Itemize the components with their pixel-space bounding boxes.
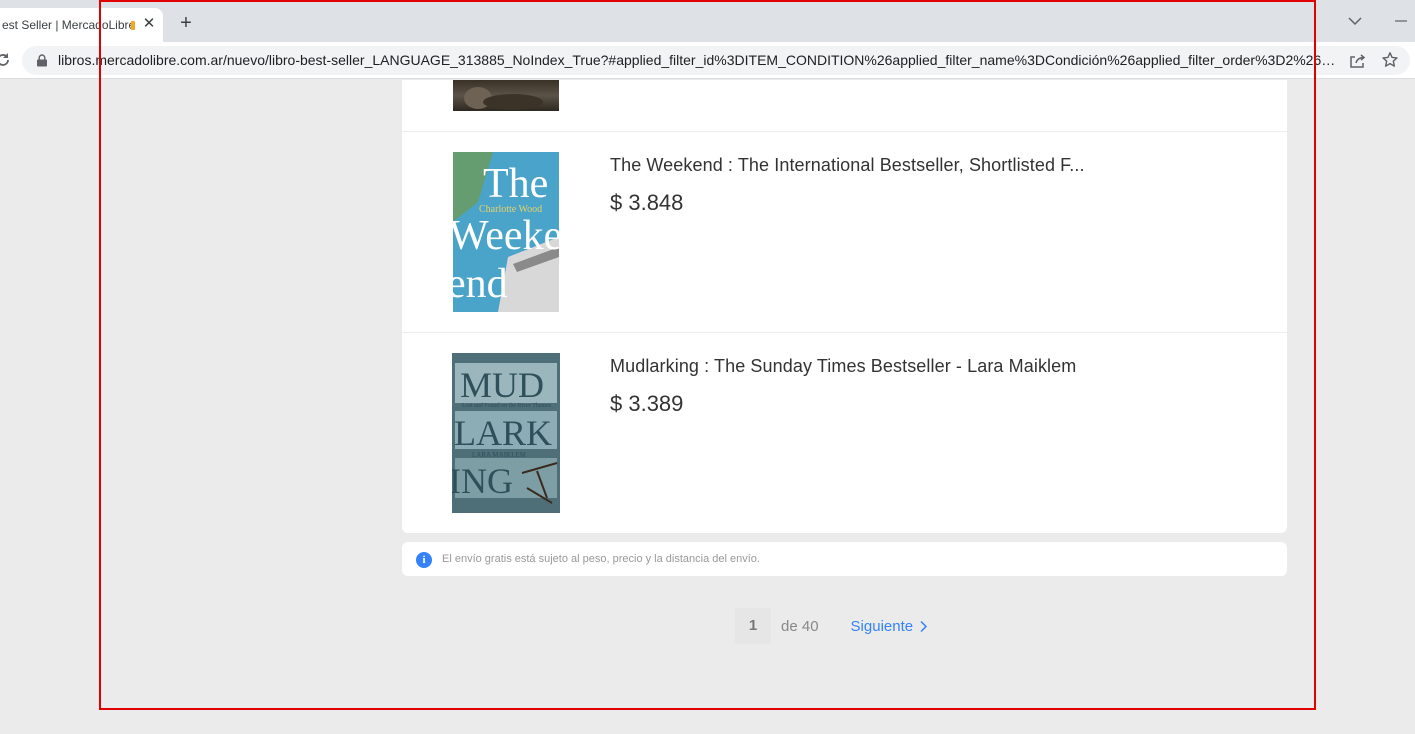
info-icon: i <box>416 552 432 568</box>
product-price: $ 3.848 <box>610 190 684 215</box>
pagination: 1 de 40 Siguiente <box>735 608 928 644</box>
results-list: The Charlotte Wood Weeke end The Weekend… <box>402 80 1287 533</box>
product-title[interactable]: Mudlarking : The Sunday Times Bestseller… <box>610 356 1076 377</box>
svg-text:MUD: MUD <box>460 365 544 405</box>
chevron-right-icon <box>920 620 928 632</box>
lock-icon[interactable] <box>36 54 48 67</box>
svg-text:end: end <box>453 261 508 307</box>
chevron-down-icon[interactable] <box>1346 12 1364 30</box>
list-item[interactable]: The Charlotte Wood Weeke end The Weekend… <box>402 131 1287 332</box>
svg-text:LARK: LARK <box>454 413 552 453</box>
bookmark-star-icon[interactable] <box>1381 51 1399 69</box>
product-price: $ 3.389 <box>610 391 684 416</box>
svg-text:Weeke: Weeke <box>453 213 559 259</box>
browser-tab[interactable]: est Seller | MercadoLibre ✕ <box>0 8 163 42</box>
shipping-notice: i El envío gratis está sujeto al peso, p… <box>402 542 1287 576</box>
close-icon[interactable]: ✕ <box>141 16 157 32</box>
reload-icon[interactable] <box>0 51 12 69</box>
svg-text:ING: ING <box>452 461 513 501</box>
minimize-icon[interactable] <box>1393 12 1409 30</box>
address-bar[interactable]: libros.mercadolibre.com.ar/nuevo/libro-b… <box>22 46 1410 75</box>
next-page-label: Siguiente <box>850 617 914 635</box>
tab-audio-indicator-icon <box>131 21 135 30</box>
product-title[interactable]: The Weekend : The International Bestsell… <box>610 155 1085 176</box>
page-count-text: de 40 <box>781 617 819 635</box>
product-image[interactable]: The Charlotte Wood Weeke end <box>453 152 559 312</box>
browser-tabstrip: est Seller | MercadoLibre ✕ + <box>0 0 1415 42</box>
share-icon[interactable] <box>1348 52 1366 70</box>
new-tab-button[interactable]: + <box>175 12 197 34</box>
svg-text:The: The <box>483 161 548 207</box>
list-item[interactable]: MUD Lost and Found on the River Thames L… <box>402 332 1287 533</box>
notice-text: El envío gratis está sujeto al peso, pre… <box>442 553 760 565</box>
tab-title: est Seller | MercadoLibre <box>2 18 132 32</box>
browser-toolbar: libros.mercadolibre.com.ar/nuevo/libro-b… <box>0 42 1415 79</box>
svg-text:LARA MAIKLEM: LARA MAIKLEM <box>472 451 527 459</box>
page-content: The Charlotte Wood Weeke end The Weekend… <box>0 80 1415 734</box>
svg-text:Lost and Found on the River Th: Lost and Found on the River Thames <box>462 403 552 409</box>
url-text[interactable]: libros.mercadolibre.com.ar/nuevo/libro-b… <box>58 52 1343 69</box>
next-page-link[interactable]: Siguiente <box>851 618 929 635</box>
product-image[interactable] <box>453 80 559 111</box>
current-page-button[interactable]: 1 <box>735 608 771 644</box>
product-image[interactable]: MUD Lost and Found on the River Thames L… <box>452 353 560 513</box>
